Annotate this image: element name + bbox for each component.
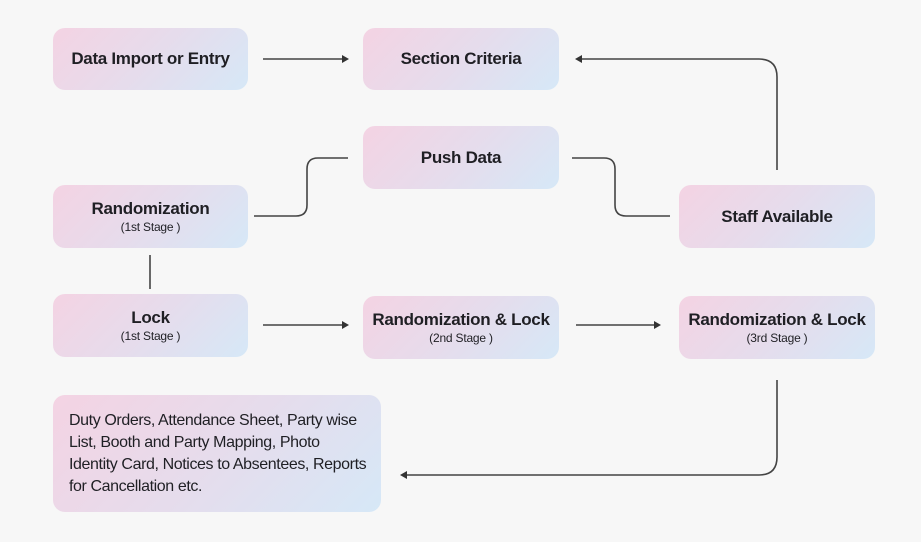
node-randomization-lock-3rd-stage: Randomization & Lock (3rd Stage ): [679, 296, 875, 359]
node-outputs: Duty Orders, Attendance Sheet, Party wis…: [53, 395, 381, 512]
arrowhead-icon: [342, 55, 349, 63]
node-title: Staff Available: [721, 206, 833, 226]
node-title: Lock: [131, 308, 170, 327]
edge-push-data-to-staff-available: [572, 157, 670, 217]
arrowhead-icon: [342, 321, 349, 329]
node-title: Push Data: [420, 147, 502, 167]
node-section-criteria: Section Criteria: [363, 28, 559, 90]
node-data-import: Data Import or Entry: [53, 28, 248, 90]
node-title: Randomization & Lock: [688, 310, 866, 329]
node-randomization-1st-stage: Randomization (1st Stage ): [53, 185, 248, 248]
node-staff-available: Staff Available: [679, 185, 875, 248]
node-push-data: Push Data: [363, 126, 559, 189]
arrowhead-icon: [575, 55, 582, 63]
arrowhead-icon: [400, 471, 407, 479]
node-randomization-lock-2nd-stage: Randomization & Lock (2nd Stage ): [363, 296, 559, 359]
node-subtitle: (1st Stage ): [120, 220, 181, 234]
node-title: Randomization & Lock: [372, 310, 550, 329]
node-title: Data Import or Entry: [71, 49, 230, 68]
node-title: Section Criteria: [400, 49, 522, 68]
node-subtitle: (3rd Stage ): [746, 331, 808, 345]
node-subtitle: (2nd Stage ): [429, 331, 493, 345]
edge-staff-available-to-section-criteria: [581, 58, 778, 170]
edge-randomization-to-push-data: [254, 157, 348, 217]
outputs-text: Duty Orders, Attendance Sheet, Party wis…: [69, 411, 367, 495]
node-title: Randomization: [91, 199, 210, 218]
arrowhead-icon: [654, 321, 661, 329]
node-subtitle: (1st Stage ): [120, 329, 181, 343]
node-lock-1st-stage: Lock (1st Stage ): [53, 294, 248, 357]
edge-randomization-lock-3-to-outputs: [406, 380, 778, 476]
